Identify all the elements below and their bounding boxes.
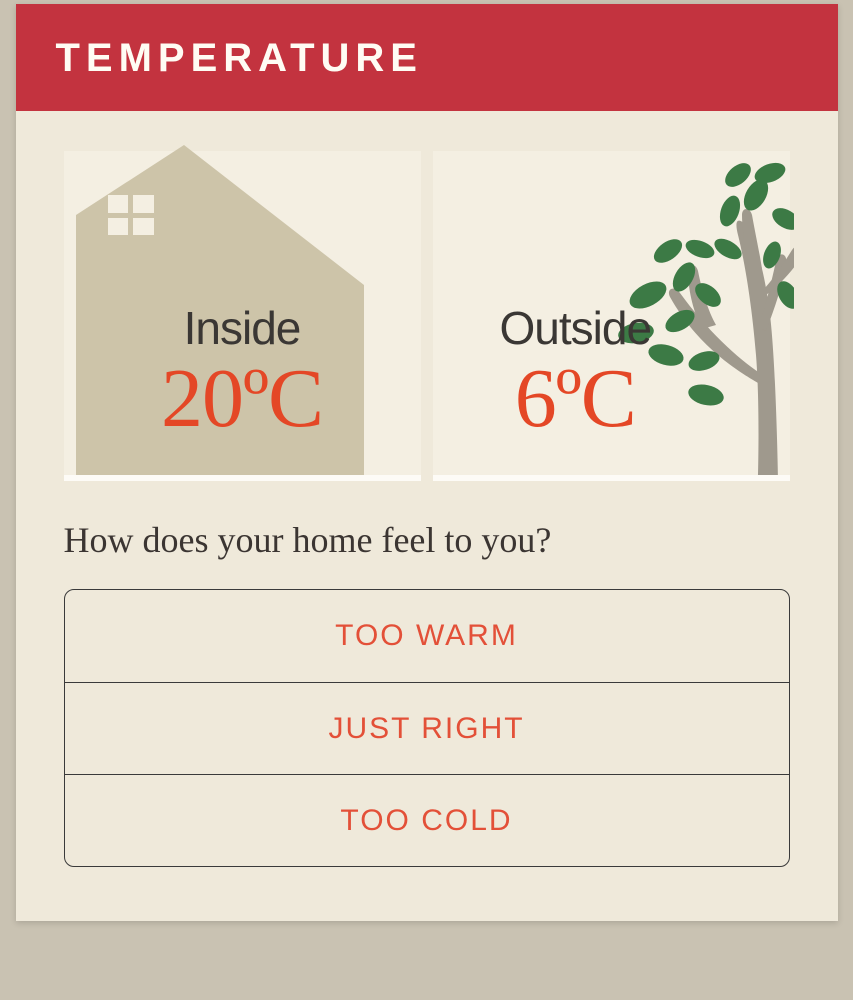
outside-temp-value: 6ºC [500, 355, 652, 443]
option-too-warm[interactable]: TOO WARM [65, 590, 789, 682]
option-too-cold[interactable]: TOO COLD [65, 774, 789, 866]
outside-labels: Outside 6ºC [500, 301, 652, 443]
outside-label: Outside [500, 301, 652, 355]
card-title: TEMPERATURE [56, 36, 798, 81]
inside-panel: Inside 20ºC [64, 151, 421, 481]
option-just-right[interactable]: JUST RIGHT [65, 682, 789, 774]
question-text: How does your home feel to you? [64, 519, 790, 561]
header-bar: TEMPERATURE [16, 4, 838, 111]
question-section: How does your home feel to you? TOO WARM… [16, 509, 838, 921]
inside-temp-value: 20ºC [161, 355, 323, 443]
options-group: TOO WARM JUST RIGHT TOO COLD [64, 589, 790, 867]
inside-labels: Inside 20ºC [161, 301, 323, 443]
inside-label: Inside [161, 301, 323, 355]
outside-panel: Outside 6ºC [433, 151, 790, 481]
temperatures-row: Inside 20ºC [16, 111, 838, 509]
temperature-card: TEMPERATURE Inside 20ºC [16, 4, 838, 921]
